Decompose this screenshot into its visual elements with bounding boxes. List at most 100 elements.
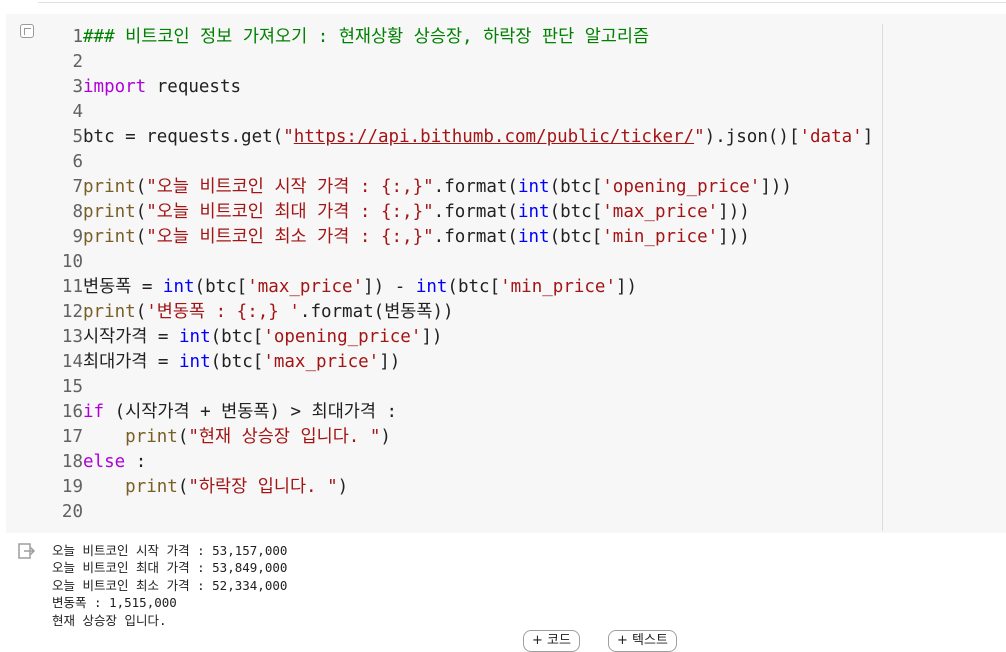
code-token: print [125, 427, 178, 447]
line-number: 3 [72, 77, 83, 97]
code-line[interactable]: 12 print('변동폭 : {:,} '.format(변동폭)) [6, 300, 876, 325]
output-icon[interactable] [18, 543, 36, 559]
code-text: print("하락장 입니다. ") [83, 475, 348, 500]
code-token: ) [337, 477, 349, 497]
code-token: ] [862, 127, 874, 147]
line-number: 11 [61, 277, 83, 297]
code-token: ).json()[ [704, 127, 800, 147]
code-line[interactable]: 17 print("현재 상승장 입니다. ") [6, 425, 876, 450]
code-token: int [179, 327, 211, 347]
code-token: else [83, 452, 126, 472]
code-line[interactable]: 19 print("하락장 입니다. ") [6, 475, 876, 500]
code-token: ( [135, 202, 147, 222]
code-token: ) [380, 427, 391, 447]
code-token: int [517, 227, 550, 247]
code-token: btc = requests.get( [83, 127, 284, 147]
code-line[interactable]: 18 else : [6, 450, 876, 475]
code-text: 시작가격 = int(btc['opening_price']) [83, 325, 442, 350]
code-line[interactable]: 3 import requests [6, 75, 876, 100]
code-line[interactable]: 13 시작가격 = int(btc['opening_price']) [6, 325, 876, 350]
code-token: print [83, 177, 136, 197]
code-line[interactable]: 5 btc = requests.get("https://api.bithumb… [6, 125, 876, 150]
code-token: "하락장 입니다. " [188, 477, 338, 497]
code-line[interactable]: 11 변동폭 = int(btc['max_price']) - int(btc[… [6, 275, 876, 300]
line-number: 15 [61, 377, 83, 397]
line-number: 7 [72, 177, 83, 197]
code-token: ]) - [363, 277, 416, 297]
code-line[interactable]: 2 [6, 50, 876, 75]
line-number: 4 [72, 102, 83, 122]
code-token: ])) [760, 177, 792, 197]
code-token: 'max_price' [263, 352, 380, 372]
code-token: 'max_price' [247, 277, 364, 297]
code-token: " [283, 127, 294, 147]
code-text: 변동폭 = int(btc['max_price']) - int(btc['m… [83, 275, 637, 300]
code-token: (btc[ [210, 352, 264, 372]
code-text: btc = requests.get("https://api.bithumb.… [83, 125, 873, 150]
code-token: .format( [433, 227, 518, 247]
add-text-button[interactable]: + 텍스트 [608, 630, 677, 652]
code-token: (시작가격 + 변동폭) > 최대가격 : [104, 402, 398, 422]
line-number: 6 [72, 152, 83, 172]
editor-ruler [882, 24, 883, 531]
code-text: print("오늘 비트코인 최대 가격 : {:,}".format(int(… [83, 200, 750, 225]
line-number: 8 [72, 202, 83, 222]
code-line[interactable]: 9 print("오늘 비트코인 최소 가격 : {:,}".format(int… [6, 225, 876, 250]
code-token: : [125, 452, 147, 472]
code-token: int [517, 202, 550, 222]
code-token: ]) [421, 327, 443, 347]
code-line[interactable]: 6 [6, 150, 876, 175]
code-cell[interactable]: 1 ### 비트코인 정보 가져오기 : 현재상황 상승장, 하락장 판단 알고리… [6, 14, 1006, 533]
code-token: .format( [433, 177, 518, 197]
code-line[interactable]: 14 최대가격 = int(btc['max_price']) [6, 350, 876, 375]
code-token: " [694, 127, 705, 147]
code-token: .format( [433, 202, 518, 222]
code-token: (btc[ [549, 202, 603, 222]
code-text: ### 비트코인 정보 가져오기 : 현재상황 상승장, 하락장 판단 알고리즘 [83, 25, 649, 50]
line-number: 14 [61, 352, 83, 372]
line-number: 20 [61, 502, 83, 522]
code-text: 최대가격 = int(btc['max_price']) [83, 350, 400, 375]
code-line[interactable]: 20 [6, 500, 876, 525]
code-token: 'data' [799, 127, 863, 147]
code-line[interactable]: 1 ### 비트코인 정보 가져오기 : 현재상황 상승장, 하락장 판단 알고리… [6, 25, 876, 50]
code-text: else : [83, 450, 146, 475]
code-text: print("현재 상승장 입니다. ") [83, 425, 391, 450]
code-token: if [83, 402, 105, 422]
code-token: ( [177, 477, 189, 497]
line-number: 18 [61, 452, 83, 472]
code-line[interactable]: 10 [6, 250, 876, 275]
add-code-button[interactable]: + 코드 [523, 630, 580, 652]
code-text: if (시작가격 + 변동폭) > 최대가격 : [83, 400, 397, 425]
code-line[interactable]: 7 print("오늘 비트코인 시작 가격 : {:,}".format(int… [6, 175, 876, 200]
code-token: int [415, 277, 448, 297]
code-token: "현재 상승장 입니다. " [188, 427, 381, 447]
code-line[interactable]: 16 if (시작가격 + 변동폭) > 최대가격 : [6, 400, 876, 425]
code-token: (btc[ [549, 227, 603, 247]
line-number: 5 [72, 127, 83, 147]
code-token: ( [135, 302, 147, 322]
code-token: ])) [718, 202, 750, 222]
code-token: "오늘 비트코인 최대 가격 : {:,}" [146, 202, 434, 222]
line-number: 9 [72, 227, 83, 247]
code-token: print [83, 202, 136, 222]
line-number: 13 [61, 327, 83, 347]
line-number: 2 [72, 52, 83, 72]
code-editor[interactable]: 1 ### 비트코인 정보 가져오기 : 현재상황 상승장, 하락장 판단 알고리… [6, 25, 876, 525]
code-token: 'min_price' [602, 227, 719, 247]
code-line[interactable]: 8 print("오늘 비트코인 최대 가격 : {:,}".format(int… [6, 200, 876, 225]
code-token: (btc[ [210, 327, 264, 347]
code-token: 변동폭 = [83, 277, 163, 297]
code-token: int [162, 277, 195, 297]
code-line[interactable]: 4 [6, 100, 876, 125]
line-number: 10 [61, 252, 83, 272]
line-number: 12 [61, 302, 83, 322]
code-token: ### 비트코인 정보 가져오기 : 현재상황 상승장, 하락장 판단 알고리즘 [83, 27, 650, 47]
output-text: 오늘 비트코인 시작 가격 : 53,157,000 오늘 비트코인 최대 가격… [52, 543, 288, 628]
code-token: print [83, 302, 136, 322]
code-line[interactable]: 15 [6, 375, 876, 400]
code-token: int [517, 177, 550, 197]
code-token: "오늘 비트코인 시작 가격 : {:,}" [146, 177, 434, 197]
code-token: ( [177, 427, 189, 447]
